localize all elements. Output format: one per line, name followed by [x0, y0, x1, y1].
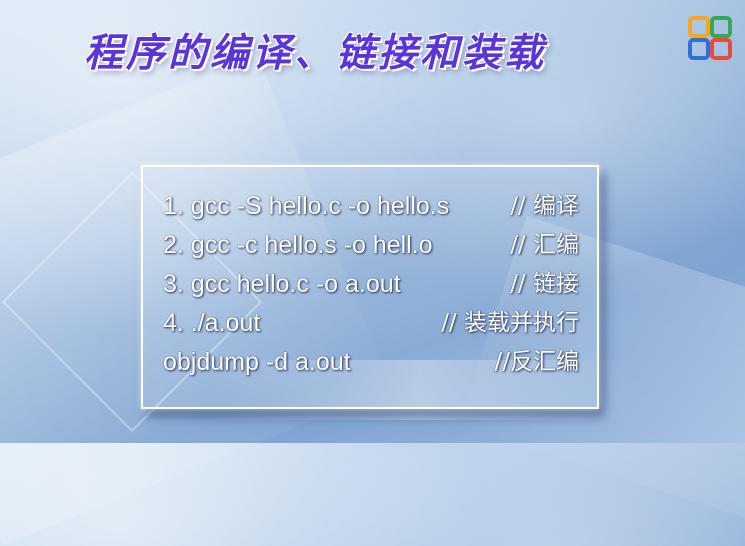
code-panel: 1. gcc -S hello.c -o hello.s // 编译 2. gc…: [141, 165, 599, 409]
comment-text: // 链接: [510, 271, 579, 297]
slide-title: 程序的编译、链接和装载: [84, 31, 547, 76]
command-text: 3. gcc hello.c -o a.out: [163, 270, 401, 298]
comment-text: //反汇编: [494, 349, 580, 375]
command-text: objdump -d a.out: [163, 348, 351, 376]
code-line: 4. ./a.out // 装载并执行: [163, 306, 579, 340]
code-line: 2. gcc -c hello.s -o hell.o // 汇编: [163, 228, 579, 262]
command-text: 4. ./a.out: [163, 309, 261, 337]
command-text: 2. gcc -c hello.s -o hell.o: [163, 231, 433, 259]
code-line: 3. gcc hello.c -o a.out // 链接: [163, 267, 579, 301]
code-line: objdump -d a.out //反汇编: [163, 345, 579, 379]
comment-text: // 编译: [510, 193, 579, 219]
comment-text: // 汇编: [510, 232, 579, 258]
command-text: 1. gcc -S hello.c -o hello.s: [163, 192, 450, 220]
four-squares-logo-icon: [688, 16, 732, 60]
code-line: 1. gcc -S hello.c -o hello.s // 编译: [163, 189, 579, 223]
comment-text: // 装载并执行: [441, 310, 579, 336]
